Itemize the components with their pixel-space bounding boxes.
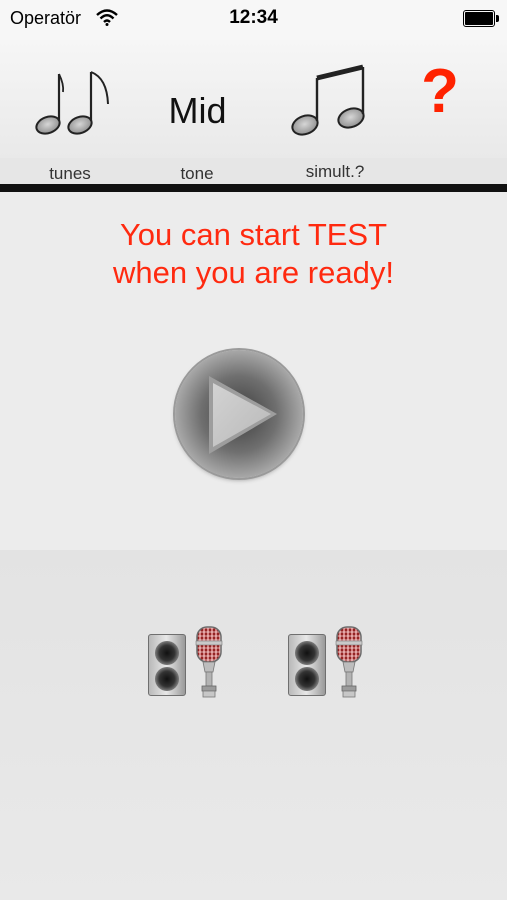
simultaneous-button[interactable] <box>280 40 385 158</box>
battery-icon <box>463 10 499 27</box>
help-button[interactable]: ? <box>405 40 475 158</box>
message-line-1: You can start TEST <box>119 217 388 252</box>
test-panel: You can start TEST when you are ready! <box>0 192 507 550</box>
tunes-label: tunes <box>49 164 91 183</box>
clock: 12:34 <box>229 7 278 28</box>
speaker-icon <box>148 634 186 696</box>
mode-labels: tunes tone simult.? <box>0 158 507 184</box>
microphone-icon <box>335 626 363 698</box>
play-button[interactable] <box>175 350 303 478</box>
beamed-notes-icon <box>291 64 365 136</box>
device-pair-1[interactable] <box>148 626 228 698</box>
play-icon <box>209 376 277 454</box>
two-eighth-notes-icon <box>35 71 109 135</box>
tone-label: tone <box>180 164 214 183</box>
status-bar: Operatör 12:34 <box>0 0 507 40</box>
ready-message: You can start TEST when you are ready! <box>0 216 507 292</box>
message-line-2: when you are ready! <box>113 255 394 290</box>
device-area <box>0 550 507 900</box>
tone-button[interactable]: Mid <box>150 40 245 158</box>
speaker-icon <box>288 634 326 696</box>
divider <box>0 184 507 192</box>
microphone-icon <box>195 626 223 698</box>
device-pair-2[interactable] <box>288 626 368 698</box>
tunes-button[interactable] <box>28 40 128 158</box>
simultaneous-label: simult.? <box>305 162 365 181</box>
tone-value: Mid <box>168 90 227 131</box>
help-icon: ? <box>421 57 459 126</box>
mode-toolbar: Mid ? <box>0 40 507 158</box>
